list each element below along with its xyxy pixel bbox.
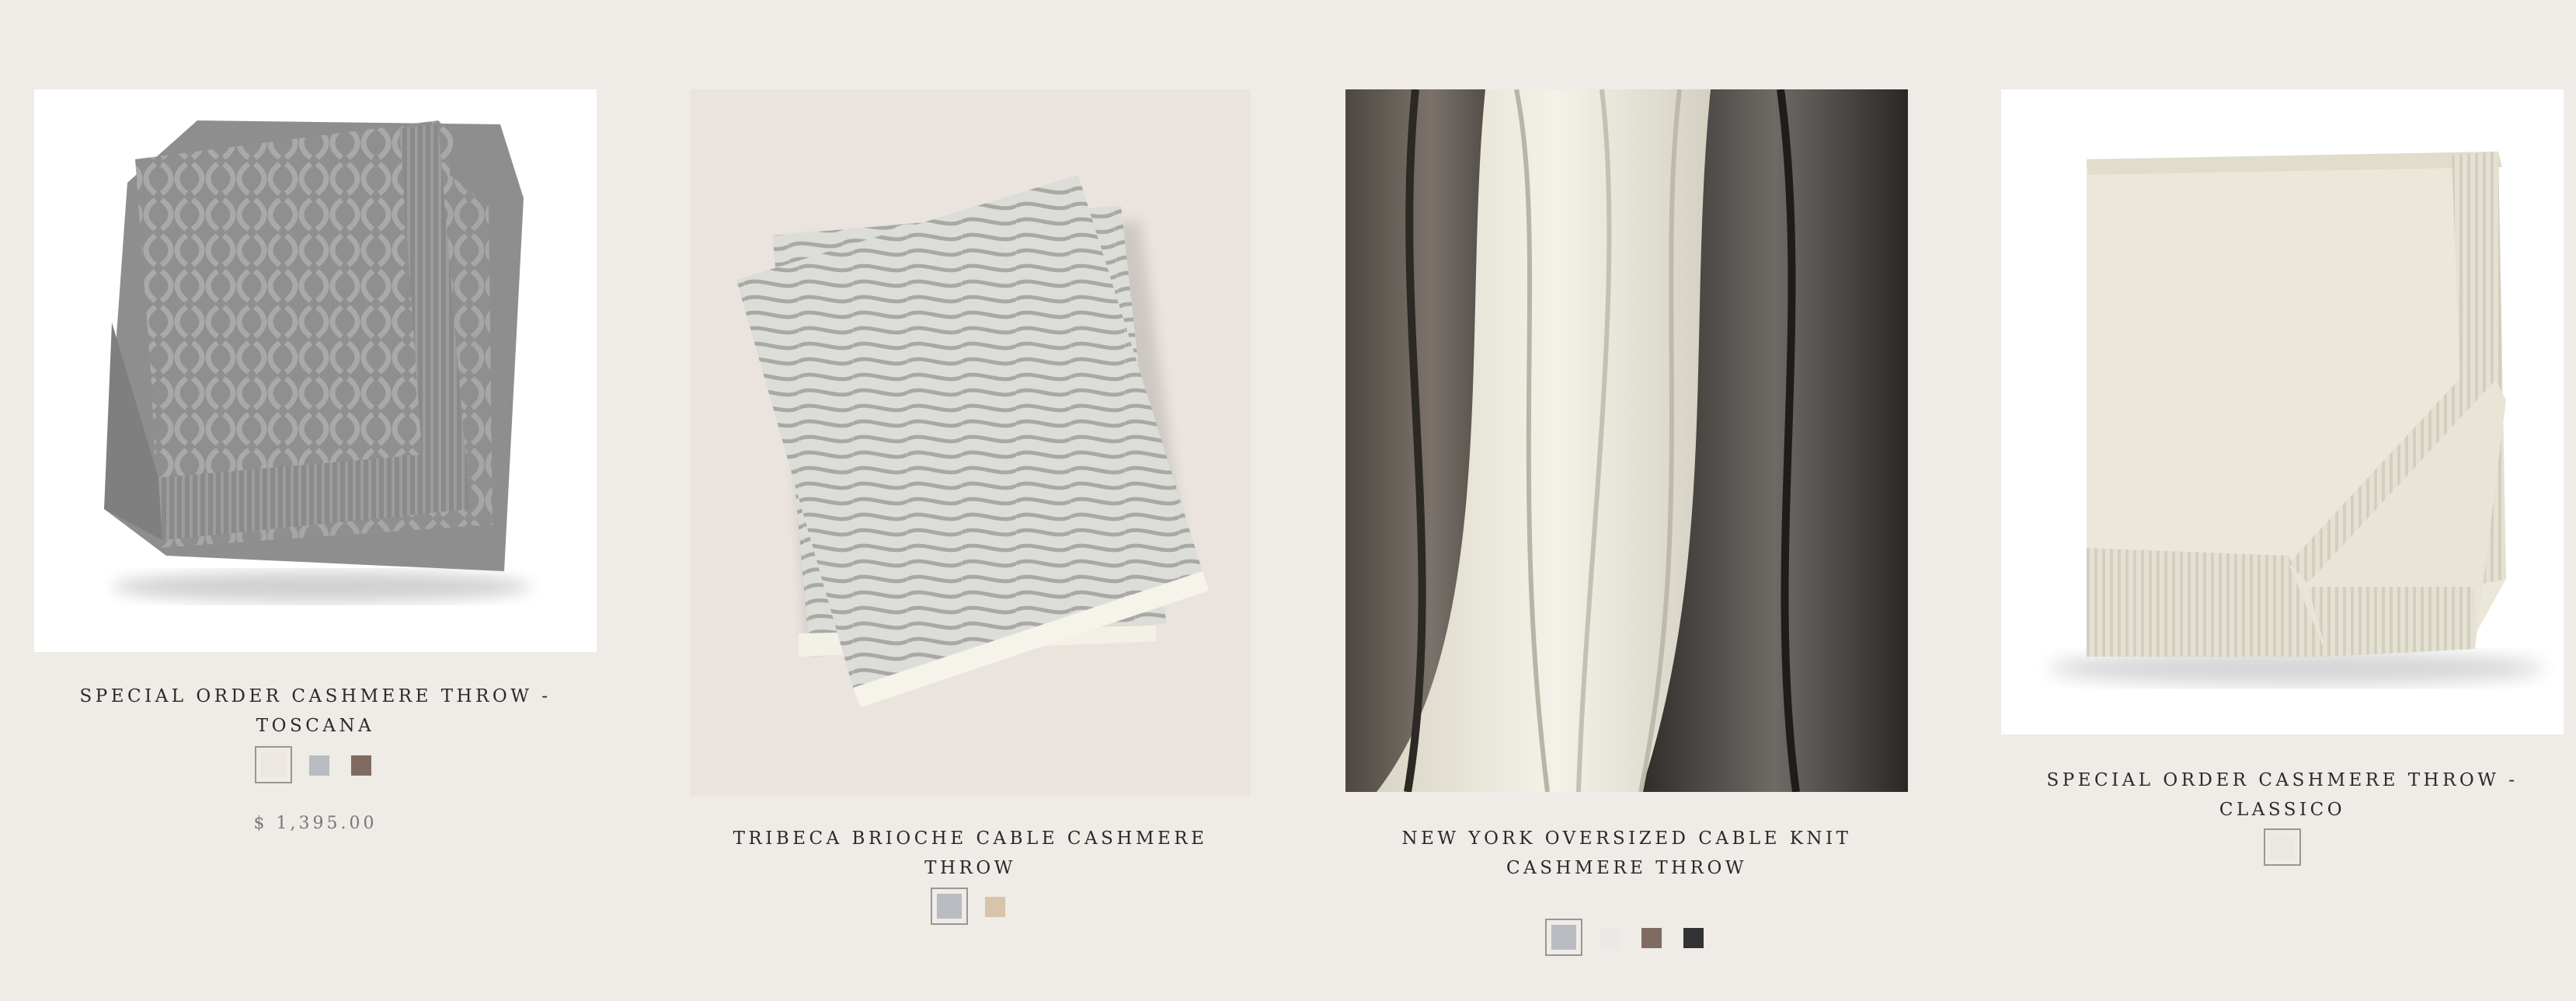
swatch-gray[interactable] — [1545, 919, 1582, 956]
product-title[interactable]: TRIBECA BRIOCHE CABLE CASHMERE THROW — [690, 824, 1251, 883]
color-swatches — [690, 888, 1251, 925]
swatch-camel[interactable] — [982, 894, 1008, 920]
color-swatches — [34, 746, 597, 783]
swatch-white[interactable] — [1596, 925, 1623, 951]
color-swatches — [1345, 919, 1908, 956]
swatch-brown[interactable] — [348, 752, 374, 779]
product-image[interactable] — [34, 89, 597, 652]
swatch-gray[interactable] — [931, 888, 968, 925]
product-image[interactable] — [690, 89, 1251, 797]
swatch-ivory[interactable] — [2264, 828, 2301, 866]
swatch-gray[interactable] — [306, 752, 332, 779]
product-price: $ 1,395.00 — [253, 814, 378, 833]
product-image[interactable] — [1345, 89, 1908, 792]
swatch-brown[interactable] — [1638, 925, 1665, 951]
product-title[interactable]: SPECIAL ORDER CASHMERE THROW - TOSCANA — [34, 682, 597, 741]
color-swatches — [2001, 828, 2564, 866]
swatch-ivory[interactable] — [255, 746, 292, 783]
product-title[interactable]: SPECIAL ORDER CASHMERE THROW - CLASSICO — [1993, 766, 2571, 825]
swatch-charcoal[interactable] — [1680, 925, 1707, 951]
product-title[interactable]: NEW YORK OVERSIZED CABLE KNIT CASHMERE T… — [1345, 824, 1908, 883]
product-image[interactable] — [2001, 89, 2564, 734]
